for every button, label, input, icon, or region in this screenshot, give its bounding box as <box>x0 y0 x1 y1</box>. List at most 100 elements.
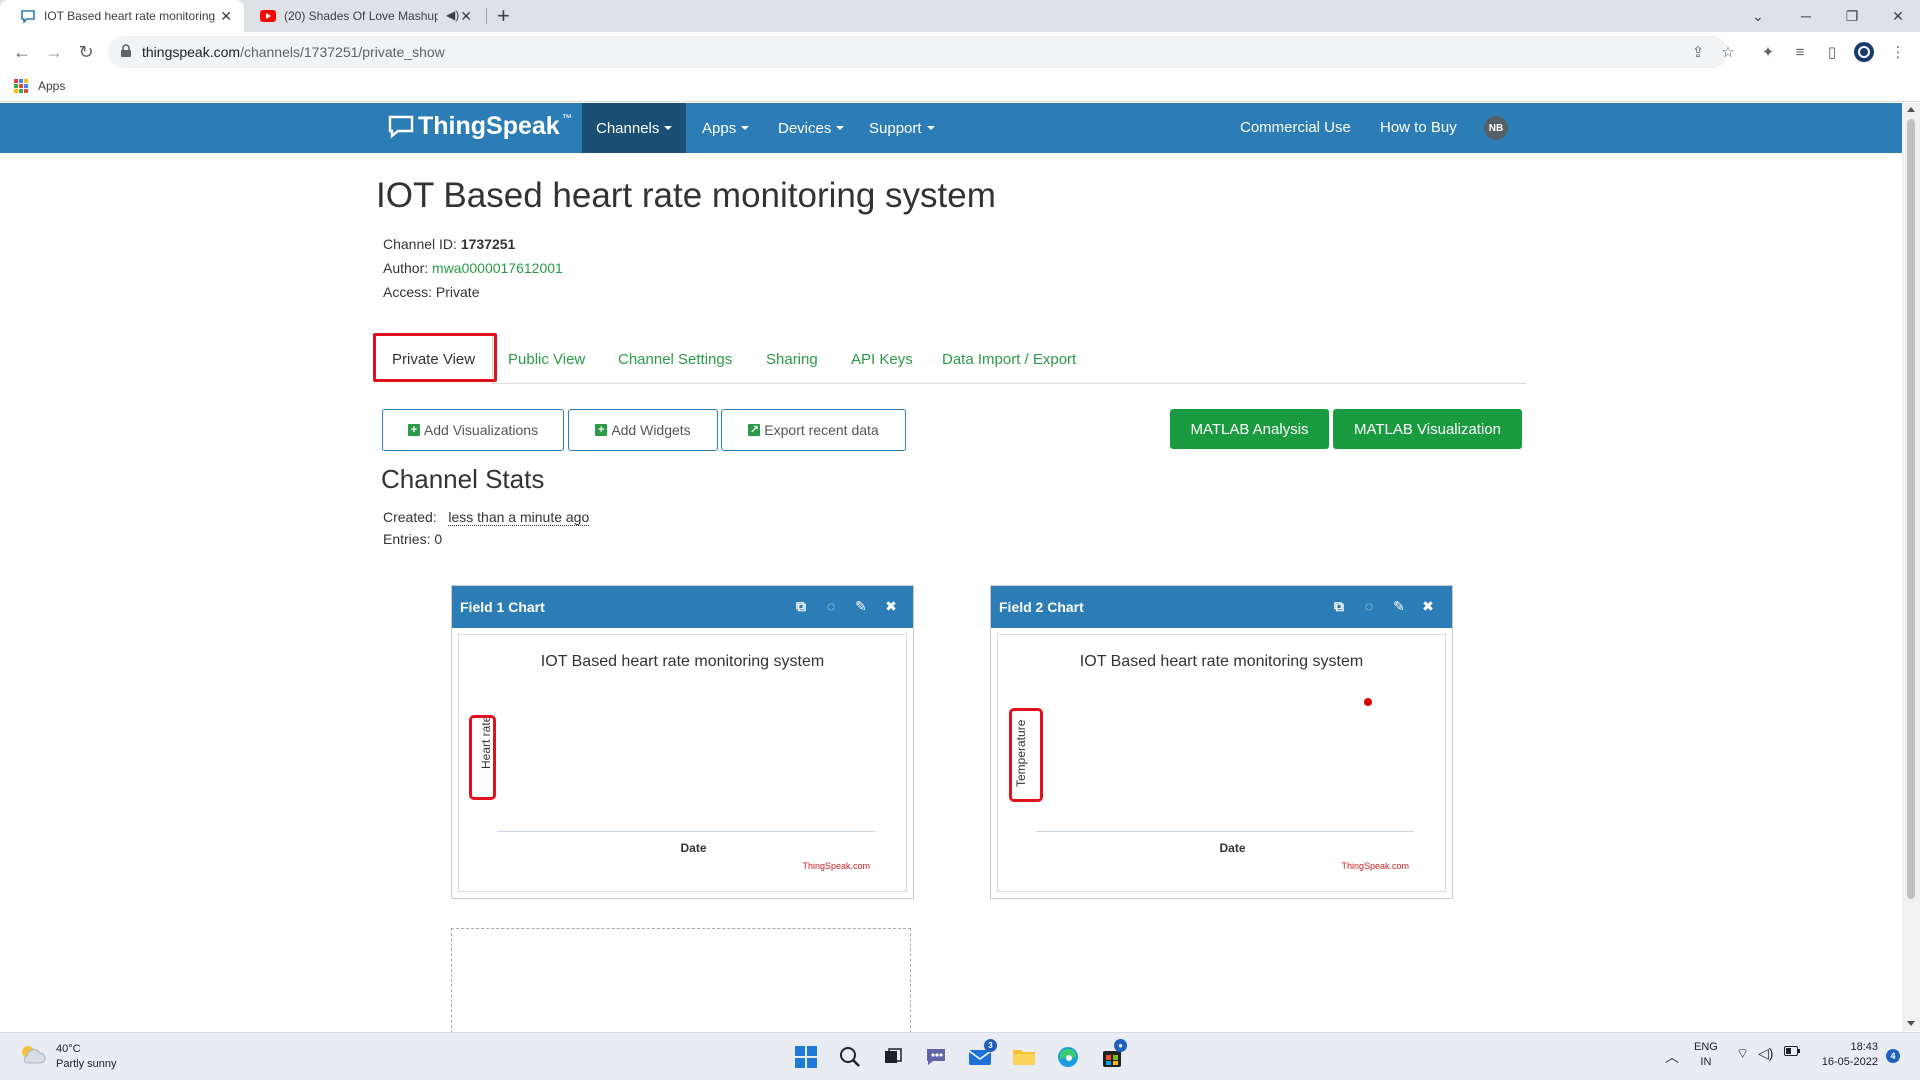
nav-support[interactable]: Support <box>855 103 949 153</box>
tab-title: (20) Shades Of Love Mashup <box>284 9 438 23</box>
export-square-icon: ↗ <box>748 424 761 436</box>
menu-kebab-icon[interactable]: ⋮ <box>1886 40 1910 64</box>
close-tab-icon[interactable]: ✕ <box>220 8 232 25</box>
access-value: Private <box>435 284 480 300</box>
logo-text: ThingSpeak <box>418 112 560 140</box>
entries-label: Entries: <box>383 531 431 547</box>
widget-title: Field 1 Chart <box>460 599 545 615</box>
teams-chat-icon[interactable] <box>922 1043 950 1071</box>
close-icon[interactable]: ✖ <box>1419 597 1437 615</box>
x-axis-label: Date <box>680 841 707 855</box>
media-queue-icon[interactable]: ≡ <box>1788 40 1812 64</box>
volume-icon[interactable]: ◁) <box>1758 1046 1773 1061</box>
external-link-icon[interactable]: ⧉ <box>1330 597 1348 615</box>
nav-apps[interactable]: Apps <box>688 103 763 153</box>
field-1-chart-widget: Field 1 Chart ⧉ ◌ ✎ ✖ IOT Based heart ra… <box>451 585 914 899</box>
reload-icon[interactable]: ↻ <box>74 40 98 64</box>
nav-devices[interactable]: Devices <box>764 103 858 153</box>
share-icon[interactable]: ⇪ <box>1686 40 1710 64</box>
show-hidden-icons-chevron-icon[interactable]: ︿ <box>1658 1043 1686 1071</box>
tab-search-chevron-icon[interactable]: ⌄ <box>1736 0 1780 32</box>
created-row: Created: less than a minute ago <box>383 509 590 526</box>
matlab-visualization-button[interactable]: MATLAB Visualization <box>1333 409 1522 449</box>
export-recent-data-label: Export recent data <box>764 422 879 438</box>
thingspeak-navbar: ThingSpeak ™ Channels Apps Devices Suppor… <box>0 103 1902 153</box>
bookmark-apps[interactable]: Apps <box>14 79 65 93</box>
close-tab-icon[interactable]: ✕ <box>460 8 472 25</box>
chart-credit[interactable]: ThingSpeak.com <box>1341 861 1409 871</box>
temperature: 40°C <box>56 1043 81 1055</box>
thingspeak-logo[interactable]: ThingSpeak ™ <box>388 112 572 141</box>
tab-channel-settings[interactable]: Channel Settings <box>618 334 732 384</box>
scroll-thumb[interactable] <box>1907 119 1915 899</box>
close-icon[interactable]: ✖ <box>882 597 900 615</box>
side-panel-icon[interactable]: ▯ <box>1820 40 1844 64</box>
windows-start-icon[interactable] <box>792 1043 820 1071</box>
youtube-favicon-icon <box>260 8 276 24</box>
wifi-icon[interactable]: ⌔ <box>1736 1046 1749 1061</box>
tab-api-keys[interactable]: API Keys <box>851 334 913 384</box>
forward-arrow-icon[interactable]: → <box>42 40 66 64</box>
file-explorer-icon[interactable] <box>1010 1043 1038 1071</box>
add-visualizations-button[interactable]: + Add Visualizations <box>382 409 564 451</box>
back-arrow-icon[interactable]: ← <box>10 40 34 64</box>
pencil-icon[interactable]: ✎ <box>1390 597 1408 615</box>
mail-badge: 3 <box>984 1039 997 1052</box>
battery-icon[interactable] <box>1784 1046 1800 1061</box>
browser-toolbar: ← → ↻ thingspeak.com/channels/1737251/pr… <box>0 32 1920 72</box>
edge-browser-icon[interactable] <box>1054 1043 1082 1071</box>
page-scrollbar[interactable] <box>1902 103 1920 1031</box>
caret-down-icon <box>926 126 935 130</box>
clock[interactable]: 18:43 16-05-2022 <box>1808 1040 1878 1070</box>
add-widgets-button[interactable]: + Add Widgets <box>568 409 718 451</box>
external-link-icon[interactable]: ⧉ <box>792 597 810 615</box>
tab-sharing[interactable]: Sharing <box>766 334 818 384</box>
browser-tab-youtube[interactable]: (20) Shades Of Love Mashup ◀) ✕ <box>244 0 484 32</box>
comment-icon[interactable]: ◌ <box>822 597 840 615</box>
scroll-down-arrow-icon[interactable] <box>1907 1021 1915 1026</box>
close-window-icon[interactable]: ✕ <box>1876 0 1920 32</box>
highlight-box-temperature <box>1009 708 1043 802</box>
nav-apps-label: Apps <box>702 119 737 137</box>
new-tab-plus-icon[interactable]: + <box>497 4 510 28</box>
nav-channels-label: Channels <box>596 119 660 137</box>
address-bar[interactable]: thingspeak.com/channels/1737251/private_… <box>108 36 1728 68</box>
browser-tab-active[interactable]: IOT Based heart rate monitoring ✕ <box>0 0 244 32</box>
restore-icon[interactable]: ❐ <box>1830 0 1874 32</box>
nav-channels[interactable]: Channels <box>582 103 687 153</box>
tab-public-view[interactable]: Public View <box>508 334 585 384</box>
created-value: less than a minute ago <box>448 509 590 526</box>
speech-bubble-logo-icon <box>388 115 414 139</box>
language-indicator[interactable]: ENG IN <box>1694 1040 1718 1070</box>
highlight-box-private-view <box>373 333 497 382</box>
nav-how-to-buy[interactable]: How to Buy <box>1380 119 1457 136</box>
x-axis-line <box>1036 831 1414 832</box>
chart-credit[interactable]: ThingSpeak.com <box>802 861 870 871</box>
speaker-icon[interactable]: ◀) <box>446 8 459 22</box>
search-icon[interactable] <box>836 1043 864 1071</box>
pencil-icon[interactable]: ✎ <box>852 597 870 615</box>
scroll-up-arrow-icon[interactable] <box>1907 107 1915 112</box>
profile-avatar-icon[interactable] <box>1852 40 1876 64</box>
bookmark-star-icon[interactable]: ☆ <box>1716 40 1740 64</box>
data-point[interactable] <box>1364 698 1372 706</box>
nav-commercial-use[interactable]: Commercial Use <box>1240 119 1351 136</box>
plus-square-icon: + <box>595 424 608 436</box>
export-recent-data-button[interactable]: ↗ Export recent data <box>721 409 906 451</box>
tab-data-import-export[interactable]: Data Import / Export <box>942 334 1076 384</box>
minimize-icon[interactable]: ─ <box>1784 0 1828 32</box>
mail-icon[interactable]: 3 <box>966 1039 997 1071</box>
comment-icon[interactable]: ◌ <box>1360 597 1378 615</box>
apps-label: Apps <box>38 79 66 93</box>
user-avatar[interactable]: NB <box>1484 116 1508 140</box>
matlab-analysis-button[interactable]: MATLAB Analysis <box>1170 409 1329 449</box>
url-path: /channels/1737251/private_show <box>240 44 445 60</box>
bookmarks-bar: Apps <box>0 72 1920 102</box>
author-link[interactable]: mwa0000017612001 <box>432 260 563 276</box>
task-view-icon[interactable] <box>879 1043 907 1071</box>
store-icon[interactable]: ● <box>1098 1039 1127 1071</box>
extensions-puzzle-icon[interactable]: ✦ <box>1756 40 1780 64</box>
notification-count-badge[interactable]: 4 <box>1886 1049 1900 1063</box>
weather-widget[interactable]: 40°C Partly sunny <box>18 1042 117 1072</box>
empty-widget-placeholder <box>451 928 911 1038</box>
